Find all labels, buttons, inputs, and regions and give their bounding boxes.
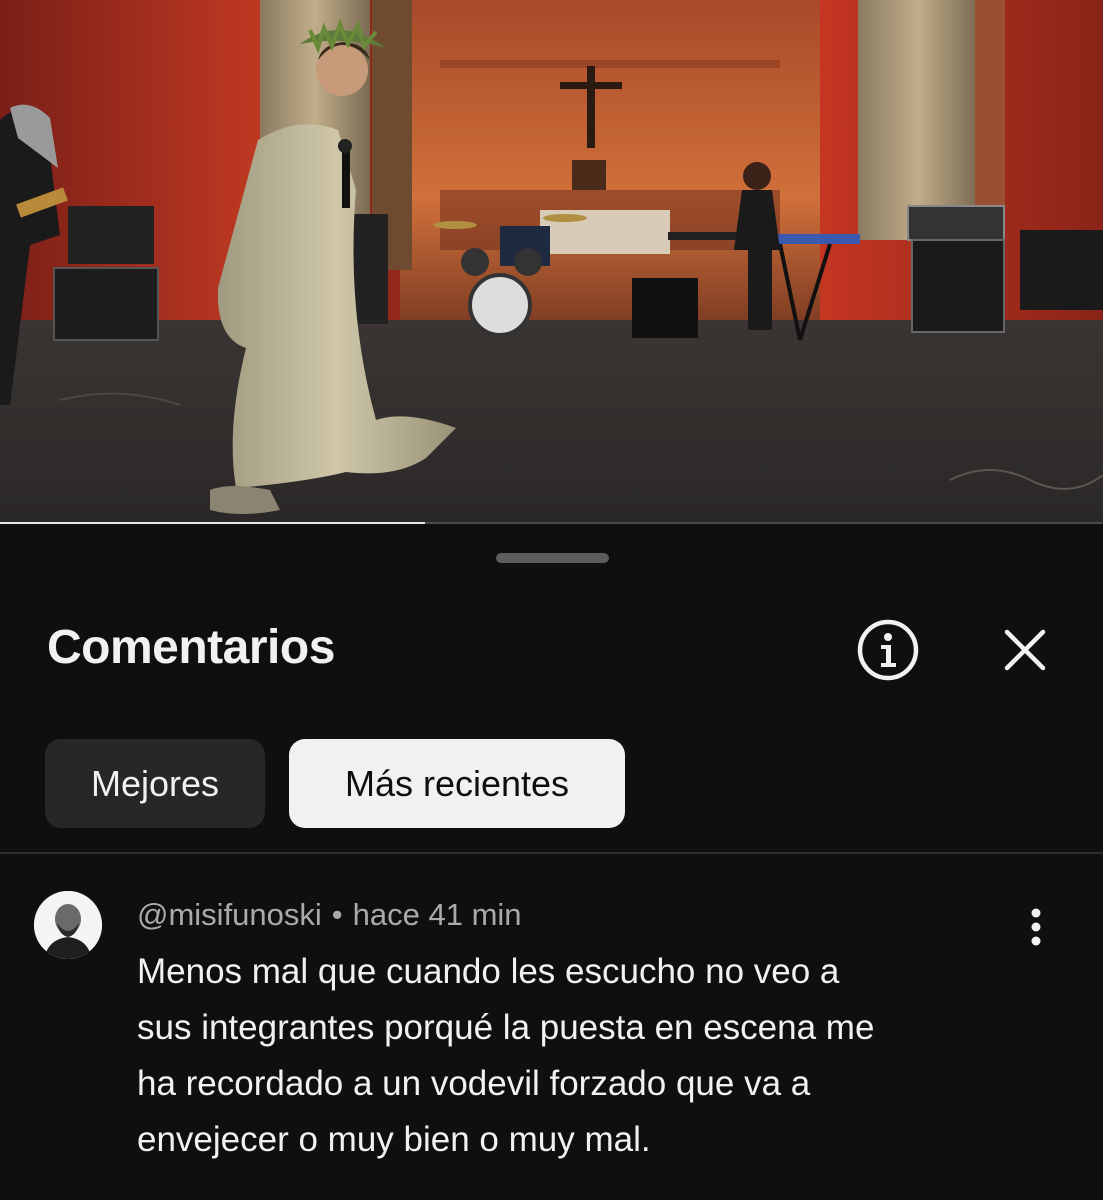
- video-progress-fill: [0, 522, 425, 524]
- info-button[interactable]: [855, 617, 921, 683]
- video-progress-bar[interactable]: [0, 522, 1103, 524]
- comment-line: sus integrantes porqué la puesta en esce…: [137, 1008, 875, 1047]
- close-button[interactable]: [992, 617, 1058, 683]
- divider: [0, 852, 1103, 854]
- comment-line: Menos mal que cuando les escucho no veo …: [137, 952, 840, 991]
- filter-chip-newest[interactable]: Más recientes: [289, 739, 625, 828]
- comment-line: ha recordado a un vodevil forzado que va…: [137, 1064, 811, 1103]
- more-vertical-icon: [1031, 908, 1041, 946]
- comment-body: Menos mal que cuando les escucho no veo …: [137, 944, 1037, 1168]
- avatar[interactable]: [34, 891, 102, 959]
- meta-separator: •: [331, 897, 343, 932]
- comment-author[interactable]: @misifunoski: [137, 897, 322, 932]
- info-circle-icon: [857, 619, 919, 681]
- video-player[interactable]: [0, 0, 1103, 524]
- close-icon: [1004, 629, 1046, 671]
- comment-line: envejecer o muy bien o muy mal.: [137, 1120, 651, 1159]
- comments-sheet: Comentarios Mejores Más recientes @misif…: [0, 527, 1103, 1200]
- comment-menu-button[interactable]: [1012, 901, 1060, 953]
- avatar-image: [34, 891, 102, 959]
- filter-chip-top[interactable]: Mejores: [45, 739, 265, 828]
- comment-meta: @misifunoski • hace 41 min: [137, 895, 522, 935]
- comment-time: hace 41 min: [352, 897, 522, 932]
- video-frame: [0, 0, 1103, 524]
- drag-handle[interactable]: [496, 553, 609, 563]
- comments-title: Comentarios: [47, 621, 335, 674]
